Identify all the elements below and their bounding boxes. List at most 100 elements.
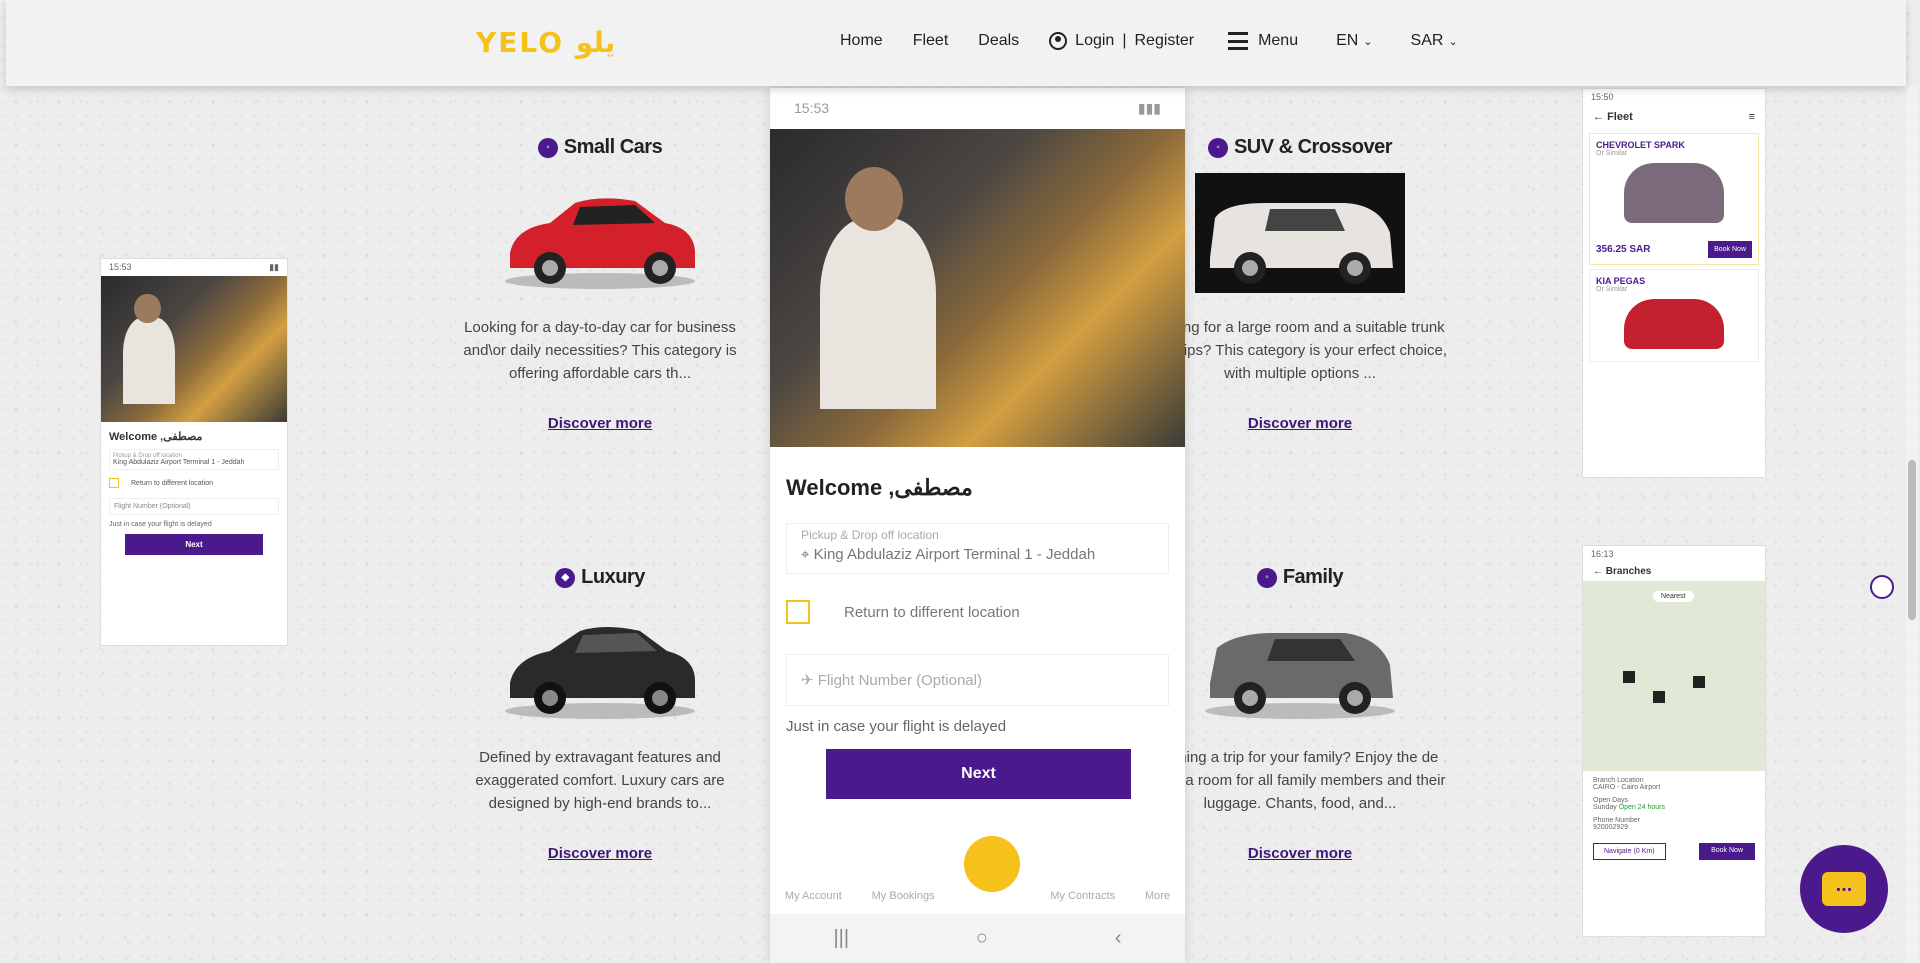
nearest-chip[interactable]: Nearest [1653,591,1694,602]
status-time: 15:53 [794,100,830,116]
navigate-button[interactable]: Navigate (0 Km) [1593,843,1666,860]
price-currency: SAR [1629,244,1651,255]
category-description: anning a trip for your family? Enjoy the… [1154,749,1446,812]
recent-apps-icon[interactable]: ||| [833,927,849,950]
scrollbar-thumb[interactable] [1908,460,1916,620]
flight-placeholder: Flight Number (Optional) [817,672,982,689]
pickup-value-row: ⌖ King Abdulaziz Airport Terminal 1 - Je… [801,546,1154,563]
branch-value: CAIRO - Cairo Airport [1593,784,1661,791]
pickup-label: Pickup & Drop off location [801,528,939,542]
tab-more[interactable]: More [1145,890,1170,902]
flight-note: Just in case your flight is delayed [109,521,212,528]
discover-more-link[interactable]: Discover more [1248,845,1352,862]
android-nav-bar: ||| ○ ‹ [770,914,1185,963]
language-value: EN [1336,32,1359,49]
tab-my-account[interactable]: My Account [785,890,842,902]
tab-my-bookings[interactable]: My Bookings [872,890,935,902]
book-now-button[interactable]: Book Now [1699,843,1755,860]
category-title-text: Small Cars [563,136,663,158]
chat-button[interactable]: ... [1800,845,1888,933]
back-arrow-icon[interactable]: ← [1593,566,1606,577]
car-image [1624,299,1724,349]
menu-button[interactable]: Menu [1228,32,1298,50]
bot-icon[interactable] [1870,575,1894,599]
checkbox-icon [109,478,119,488]
welcome-text: Welcome ,مصطفى [109,431,203,443]
pickup-value: King Abdulaziz Airport Terminal 1 - Jedd… [113,459,245,466]
category-family: ◦ Family anning a trip for your family? E… [1150,566,1450,863]
back-arrow-icon[interactable]: ← [1593,111,1607,123]
category-title: ◦ SUV & Crossover [1150,136,1450,159]
page: YELO يلو Home Fleet Deals Login | Regist… [0,0,1920,963]
branches-header: ← Branches [1583,562,1765,581]
category-suv-crossover: ◦ SUV & Crossover ooking for a large room… [1150,136,1450,433]
status-bar: 15:50 [1583,89,1765,105]
next-button[interactable]: Next [826,749,1131,799]
yelo-center-button[interactable] [964,836,1021,892]
fleet-header: ← Fleet ≡ [1583,105,1765,129]
discover-more-link[interactable]: Discover more [548,415,652,432]
status-time: 16:13 [1591,549,1614,559]
home-icon[interactable]: ○ [976,927,988,950]
flight-note: Just in case your flight is delayed [786,718,1007,735]
currency-value: SAR [1410,32,1444,49]
car-price: 356.25 SAR [1596,244,1651,255]
map-marker-icon[interactable] [1623,671,1635,683]
return-label: Return to different location [131,479,213,487]
fleet-car-card[interactable]: KIA PEGAS Or Similar [1589,269,1759,362]
nav-deals[interactable]: Deals [978,32,1019,50]
next-button[interactable]: Next [125,534,263,555]
fleet-car-card[interactable]: CHEVROLET SPARK Or Similar 356.25 SAR Bo… [1589,133,1759,265]
nav-fleet[interactable]: Fleet [913,32,949,50]
pickup-field[interactable]: Pickup & Drop off location ⌖ King Abdula… [786,523,1169,574]
car-image [505,627,695,719]
register-link[interactable]: Register [1134,32,1194,50]
phone-mockup-fleet: 15:50 ← Fleet ≡ CHEVROLET SPARK Or Simil… [1582,88,1766,478]
filter-icon[interactable]: ≡ [1749,111,1755,123]
bottom-tab-bar: My Account My Bookings My Contracts More [770,836,1185,910]
open-status: Open 24 hours [1618,804,1666,811]
category-title: ◦ Small Cars [450,136,750,159]
status-bar: 16:13 [1583,546,1765,562]
chevron-down-icon: ⌄ [1448,36,1458,48]
book-now-button[interactable]: Book Now [1708,241,1752,258]
login-register: Login | Register [1049,32,1194,50]
map-marker-icon[interactable] [1653,691,1665,703]
tab-my-contracts[interactable]: My Contracts [1050,890,1115,902]
main-nav: Home Fleet Deals Login | Register Menu E… [840,32,1496,50]
nav-home[interactable]: Home [840,32,883,50]
phone-mockup-branches: 16:13 ← Branches Nearest Branch Location… [1582,545,1766,937]
car-sub: Or Similar [1596,286,1628,293]
page-scrollbar[interactable] [1906,86,1918,963]
signal-icon: ▮▮ [269,262,279,272]
car-icon: ◦ [1207,137,1228,158]
pickup-field[interactable]: Pickup & Drop off location King Abdulazi… [109,449,279,470]
category-title: ◦ Family [1150,566,1450,589]
discover-more-link[interactable]: Discover more [1248,415,1352,432]
yelo-logo[interactable]: YELO يلو [476,26,615,59]
car-image [1195,173,1405,293]
language-select[interactable]: EN ⌄ [1336,32,1372,50]
return-checkbox[interactable]: Return to different location [786,600,1169,624]
pickup-value: King Abdulaziz Airport Terminal 1 - Jedd… [813,546,1096,563]
back-icon[interactable]: ‹ [1115,927,1122,950]
login-link[interactable]: Login [1075,32,1114,50]
phone-label: Phone Number [1593,817,1641,824]
category-small-cars: ◦ Small Cars Looking for a day-to-day car… [450,136,750,433]
discover-more-link[interactable]: Discover more [548,845,652,862]
branches-map[interactable]: Nearest [1583,581,1765,771]
category-title: ◆ Luxury [450,566,750,589]
currency-select[interactable]: SAR ⌄ [1411,32,1458,50]
map-marker-icon[interactable] [1693,676,1705,688]
flight-number-input[interactable]: ✈ Flight Number (Optional) [786,654,1169,706]
return-checkbox[interactable]: Return to different location [109,478,279,488]
phone-mockup-main: 15:53 ▮▮▮ Welcome ,مصطفى Pickup & Drop of… [770,88,1185,963]
days-value: Sunday [1593,804,1617,811]
user-icon [1049,32,1068,50]
driver-photo [101,276,287,422]
status-time: 15:50 [1591,92,1614,102]
diamond-icon: ◆ [555,567,576,588]
phone-value: 920002929 [1593,824,1629,831]
flight-number-input[interactable]: Flight Number (Optional) [109,498,279,515]
distance-value: (0 Km) [1633,848,1655,855]
